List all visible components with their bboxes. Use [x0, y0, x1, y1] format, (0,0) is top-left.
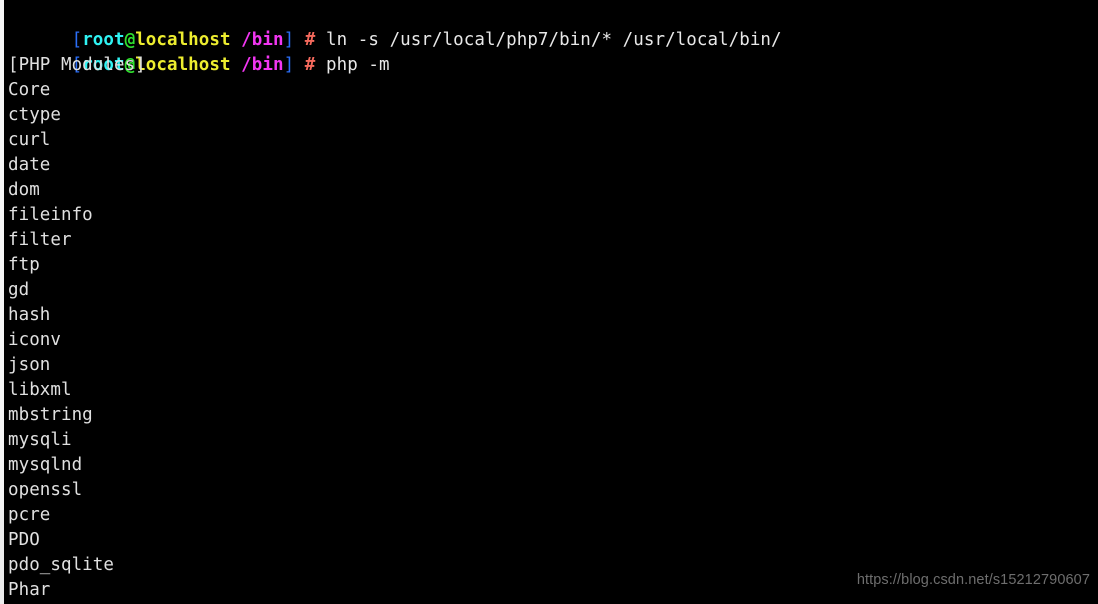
- module-list-item: hash: [8, 305, 51, 325]
- module-list-item: ctype: [8, 105, 61, 125]
- module-list-item: mysqli: [8, 430, 72, 450]
- terminal-output-area[interactable]: [root@localhost /bin] # ln -s /usr/local…: [4, 0, 1098, 604]
- scrollbar-thumb[interactable]: [0, 0, 4, 510]
- watermark-text: https://blog.csdn.net/s15212790607: [856, 572, 1090, 588]
- module-list-item: pcre: [8, 505, 51, 525]
- module-list-item: json: [8, 355, 51, 375]
- terminal-line-prompt-2: [root@localhost /bin] # php -m: [4, 28, 1098, 75]
- module-list-item: mbstring: [8, 405, 93, 425]
- module-list-item: filter: [8, 230, 72, 250]
- scrollbar-track[interactable]: [0, 0, 4, 604]
- terminal-line-prompt-1: [root@localhost /bin] # ln -s /usr/local…: [4, 3, 1098, 50]
- module-list-item: gd: [8, 280, 30, 300]
- module-list-item: openssl: [8, 480, 83, 500]
- module-list-item: dom: [8, 180, 40, 200]
- terminal-screen: [root@localhost /bin] # ln -s /usr/local…: [0, 0, 1098, 604]
- module-list-item: mysqlnd: [8, 455, 83, 475]
- module-list-item: libxml: [8, 380, 72, 400]
- module-list-item: curl: [8, 130, 51, 150]
- module-list-item: Core: [8, 80, 51, 100]
- module-list-item: PDO: [8, 530, 40, 550]
- module-list-item: ftp: [8, 255, 40, 275]
- output-header: [PHP Modules]: [8, 55, 146, 75]
- module-list-item: date: [8, 155, 51, 175]
- module-list-item: iconv: [8, 330, 61, 350]
- module-list-item: fileinfo: [8, 205, 93, 225]
